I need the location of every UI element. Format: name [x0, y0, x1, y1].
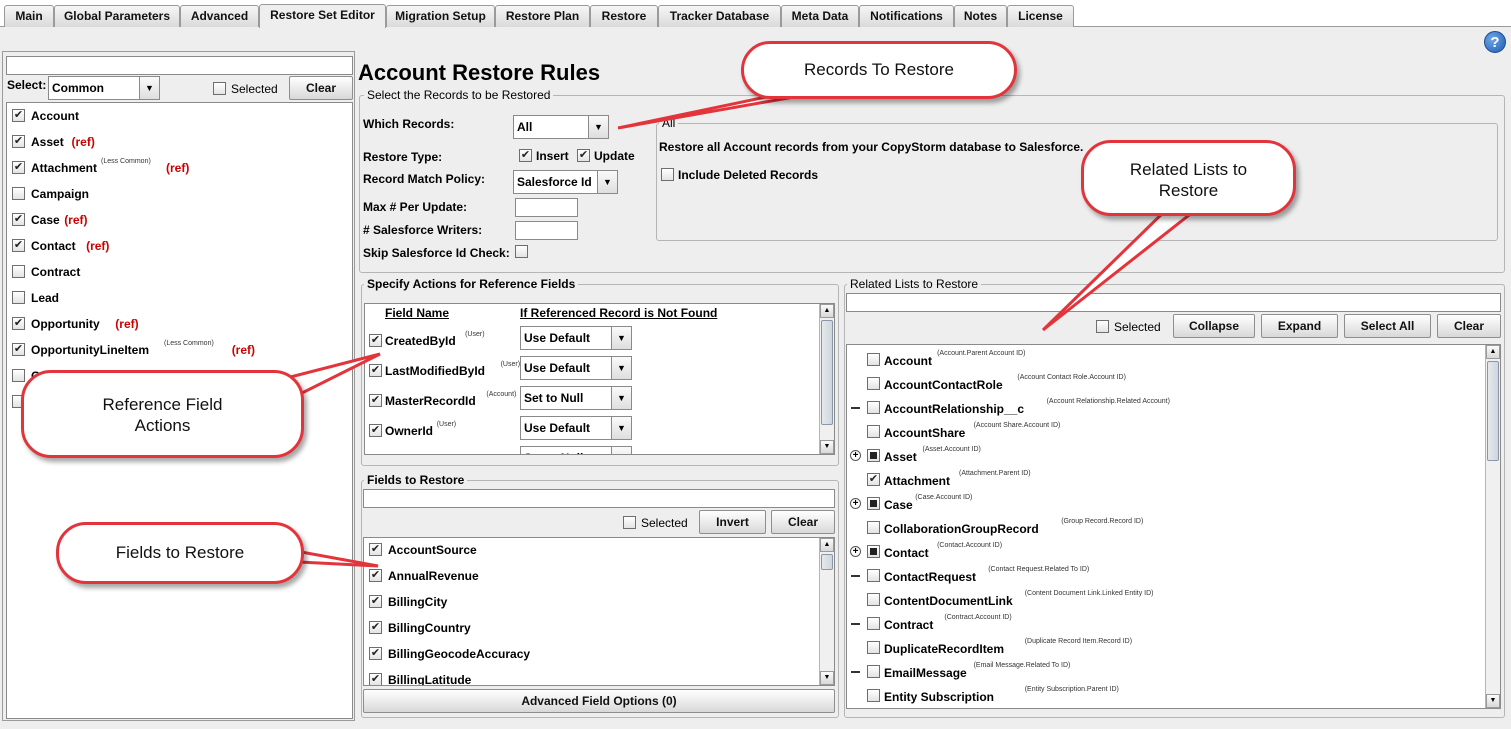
- records-callout: Records To Restore: [741, 41, 1017, 99]
- related-callout: Related Lists to Restore: [1081, 140, 1296, 216]
- fields-callout: Fields to Restore: [56, 522, 304, 584]
- callout-pointers: [228, 90, 1203, 568]
- reference-callout: Reference Field Actions: [21, 370, 304, 458]
- related-pointer: [1041, 206, 1203, 332]
